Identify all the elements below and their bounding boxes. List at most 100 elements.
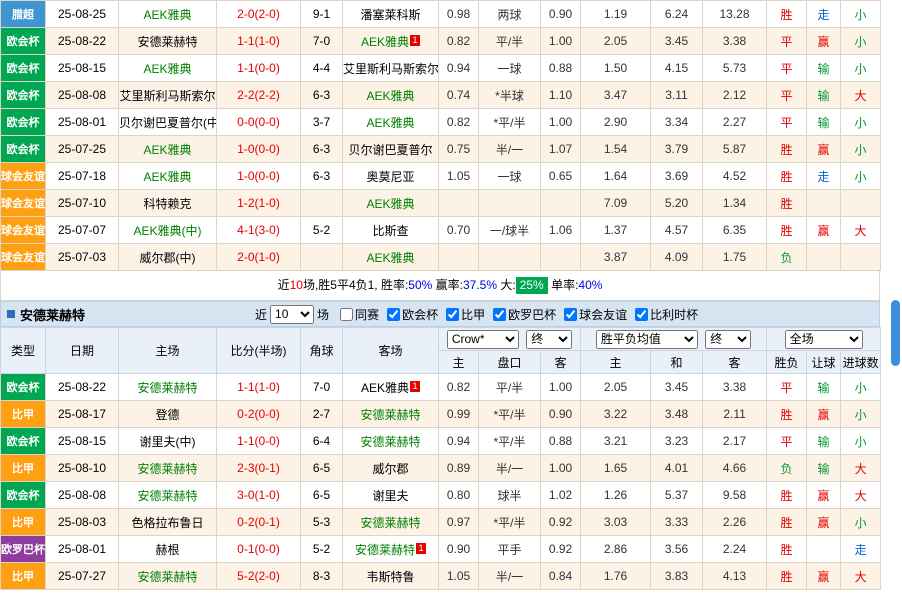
team-name[interactable]: 赫根 — [155, 543, 179, 557]
team-name[interactable]: AEK雅典 — [361, 381, 409, 395]
asian-odds-cell: 0.88 — [541, 55, 581, 82]
europe-odds-cell: 1.37 — [581, 217, 651, 244]
team-name[interactable]: AEK雅典 — [366, 251, 414, 265]
result-cell: 胜 — [767, 136, 807, 163]
match-row: 欧会杯25-08-15AEK雅典1-1(0-0)4-4艾里斯利马斯索尔0.94一… — [1, 55, 881, 82]
scope-select[interactable]: 全场 — [785, 330, 863, 349]
team-name[interactable]: 安德莱赫特 — [137, 489, 197, 503]
team-name[interactable]: 安德莱赫特 — [137, 381, 197, 395]
team-name[interactable]: 科特赖克 — [143, 197, 191, 211]
filter-option: 比利时杯 — [635, 306, 698, 323]
result-cell: 输 — [807, 82, 841, 109]
corner-cell — [301, 190, 343, 217]
score-cell: 0-1(0-0) — [217, 536, 301, 563]
recent-count-select[interactable]: 10 — [270, 305, 314, 324]
corner-cell: 3-7 — [301, 109, 343, 136]
filter-checkbox[interactable] — [564, 308, 577, 321]
europe-odds-cell: 1.34 — [703, 190, 767, 217]
team-name[interactable]: 比斯查 — [372, 224, 408, 238]
handicap-cell: 两球 — [479, 1, 541, 28]
result-cell: 赢 — [807, 136, 841, 163]
odds-source-select[interactable]: Crow* — [447, 330, 519, 349]
asian-odds-cell — [439, 190, 479, 217]
asian-odds-cell: 1.00 — [541, 455, 581, 482]
team-name[interactable]: 潘塞莱科斯 — [360, 8, 420, 22]
team-name[interactable]: 安德莱赫特 — [137, 35, 197, 49]
team-cell: AEK雅典 — [343, 244, 439, 271]
europe-odds-cell: 4.52 — [703, 163, 767, 190]
europe-odds-cell: 4.09 — [651, 244, 703, 271]
team-name[interactable]: 安德莱赫特 — [137, 570, 197, 584]
result-cell: 大 — [841, 217, 881, 244]
team-name[interactable]: 安德莱赫特 — [355, 543, 415, 557]
team-cell: AEK雅典 — [343, 190, 439, 217]
result-cell: 赢 — [807, 563, 841, 590]
europe-odds-cell: 4.57 — [651, 217, 703, 244]
sub-header-eu-home: 主 — [581, 351, 651, 374]
team-name[interactable]: 奥莫尼亚 — [366, 170, 414, 184]
team-name[interactable]: AEK雅典 — [143, 170, 191, 184]
filter-checkbox[interactable] — [387, 308, 400, 321]
result-cell: 输 — [807, 428, 841, 455]
asian-odds-cell: 0.82 — [439, 28, 479, 55]
team-name[interactable]: 贝尔谢巴夏普尔(中) — [119, 116, 217, 130]
team-cell: 威尔郡 — [343, 455, 439, 482]
match-date: 25-08-25 — [46, 1, 119, 28]
filter-checkbox[interactable] — [446, 308, 459, 321]
score-cell: 1-1(0-0) — [217, 428, 301, 455]
team-name[interactable]: 安德莱赫特 — [360, 408, 420, 422]
team-name[interactable]: AEK雅典 — [366, 89, 414, 103]
europe-odds-cell: 2.24 — [703, 536, 767, 563]
team-name[interactable]: AEK雅典 — [143, 8, 191, 22]
scrollbar-thumb[interactable] — [891, 300, 900, 366]
col-header-type: 类型 — [1, 328, 46, 374]
team-cell: AEK雅典(中) — [119, 217, 217, 244]
team-name[interactable]: AEK雅典 — [143, 143, 191, 157]
filter-checkbox[interactable] — [493, 308, 506, 321]
team-cell: 安德莱赫特 — [119, 374, 217, 401]
league-badge: 比甲 — [1, 509, 46, 536]
team-cell: 谢里夫(中) — [119, 428, 217, 455]
asian-odds-group-header: Crow* 终 — [439, 328, 581, 351]
team-name[interactable]: 威尔郡 — [372, 462, 408, 476]
team-cell: 潘塞莱科斯 — [343, 1, 439, 28]
result-cell: 平 — [767, 55, 807, 82]
team-name[interactable]: 安德莱赫特 — [137, 462, 197, 476]
result-cell: 小 — [841, 428, 881, 455]
team-name[interactable]: 安德莱赫特 — [360, 516, 420, 530]
team-name[interactable]: AEK雅典(中) — [133, 224, 201, 238]
team-name[interactable]: 谢里夫(中) — [140, 435, 196, 449]
team-name[interactable]: AEK雅典 — [143, 62, 191, 76]
team-name[interactable]: AEK雅典 — [366, 197, 414, 211]
score-cell: 1-1(0-0) — [217, 55, 301, 82]
team-name[interactable]: 艾里斯利马斯索尔 — [343, 62, 439, 76]
europe-odds-cell: 2.26 — [703, 509, 767, 536]
team-name[interactable]: 谢里夫 — [372, 489, 408, 503]
team-name[interactable]: 登德 — [155, 408, 179, 422]
team-name[interactable]: 艾里斯利马斯索尔 — [119, 89, 215, 103]
europe-odds-time-select[interactable]: 终 — [705, 330, 751, 349]
team-name[interactable]: 安德莱赫特 — [360, 435, 420, 449]
team-name[interactable]: 韦斯特鲁 — [366, 570, 414, 584]
result-cell: 平 — [767, 428, 807, 455]
filter-checkbox[interactable] — [635, 308, 648, 321]
asian-odds-cell: 0.94 — [439, 428, 479, 455]
team-name[interactable]: 贝尔谢巴夏普尔 — [348, 143, 432, 157]
europe-odds-select[interactable]: 胜平负均值 — [596, 330, 698, 349]
team-name[interactable]: 威尔郡(中) — [140, 251, 196, 265]
europe-odds-cell: 9.58 — [703, 482, 767, 509]
filter-checkbox[interactable] — [340, 308, 353, 321]
team-name[interactable]: AEK雅典 — [361, 35, 409, 49]
match-row: 球会友谊25-07-18AEK雅典1-0(0-0)6-3奥莫尼亚1.05一球0.… — [1, 163, 881, 190]
handicap-cell: 半/一 — [479, 563, 541, 590]
europe-odds-cell: 1.54 — [581, 136, 651, 163]
score-cell: 1-0(0-0) — [217, 163, 301, 190]
asian-odds-time-select[interactable]: 终 — [526, 330, 572, 349]
asian-odds-cell: 0.90 — [541, 401, 581, 428]
europe-odds-cell: 5.87 — [703, 136, 767, 163]
team-name[interactable]: AEK雅典 — [366, 116, 414, 130]
league-badge: 球会友谊 — [1, 190, 46, 217]
score-cell: 1-2(1-0) — [217, 190, 301, 217]
team-name[interactable]: 色格拉布鲁日 — [131, 516, 203, 530]
europe-odds-cell: 2.05 — [581, 28, 651, 55]
